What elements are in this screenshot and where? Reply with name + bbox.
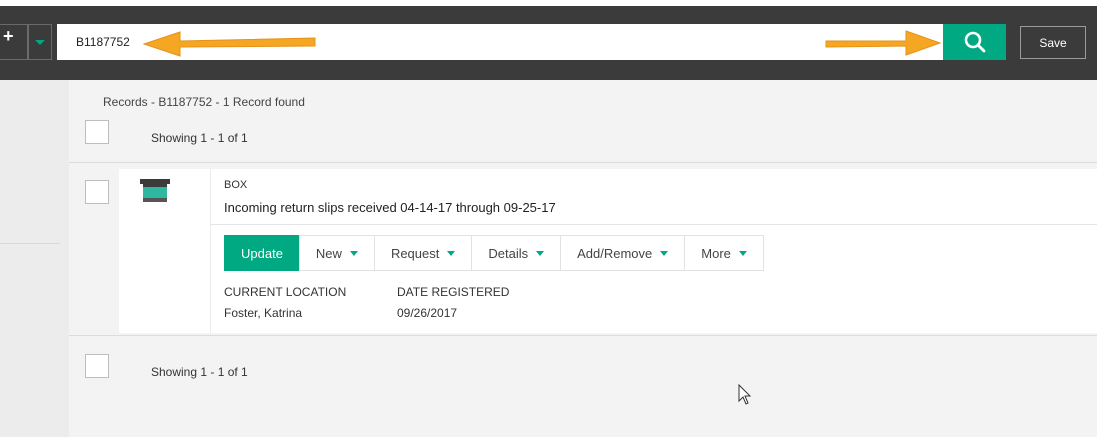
chevron-down-icon — [35, 40, 45, 45]
chevron-down-icon — [349, 250, 358, 256]
record-divider — [211, 224, 1097, 225]
update-button[interactable]: Update — [224, 235, 300, 271]
top-strip — [0, 0, 1097, 6]
select-all-checkbox[interactable] — [85, 120, 109, 144]
record-icon-area — [119, 169, 210, 333]
add-button[interactable]: + — [0, 24, 28, 60]
request-menu-button[interactable]: Request — [373, 235, 473, 271]
search-button[interactable] — [943, 24, 1006, 60]
current-location-label: CURRENT LOCATION — [224, 285, 347, 299]
record-type: BOX — [224, 179, 248, 191]
date-registered-value: 09/26/2017 — [397, 306, 458, 320]
chevron-down-icon — [536, 250, 545, 256]
left-sidebar — [0, 80, 69, 437]
add-dropdown-button[interactable] — [28, 24, 52, 60]
showing-count-bottom: Showing 1 - 1 of 1 — [151, 365, 248, 379]
chevron-down-icon — [738, 250, 747, 256]
update-label: Update — [241, 245, 283, 261]
more-menu-button[interactable]: More — [684, 235, 764, 271]
results-title: Records - B1187752 - 1 Record found — [103, 95, 305, 109]
record-body: BOX Incoming return slips received 04-14… — [210, 169, 1097, 333]
search-icon — [964, 31, 986, 53]
details-menu-button[interactable]: Details — [471, 235, 562, 271]
chevron-down-icon — [660, 250, 669, 256]
add-remove-menu-button[interactable]: Add/Remove — [560, 235, 686, 271]
arrow-icon — [142, 31, 316, 57]
add-remove-label: Add/Remove — [577, 245, 653, 261]
record-row: BOX Incoming return slips received 04-14… — [69, 162, 1097, 336]
new-menu-button[interactable]: New — [298, 235, 375, 271]
sidebar-divider — [0, 243, 60, 244]
more-label: More — [701, 245, 731, 261]
arrow-icon — [825, 30, 942, 56]
current-location-value: Foster, Katrina — [224, 306, 303, 320]
record-title[interactable]: Incoming return slips received 04-14-17 … — [224, 200, 556, 215]
record-checkbox[interactable] — [85, 180, 109, 204]
mouse-pointer-icon — [738, 384, 752, 405]
add-icon: + — [3, 26, 14, 46]
record-card: BOX Incoming return slips received 04-14… — [119, 169, 1097, 333]
showing-count-top: Showing 1 - 1 of 1 — [151, 131, 248, 145]
details-label: Details — [488, 245, 529, 261]
date-registered-label: DATE REGISTERED — [397, 285, 510, 299]
new-label: New — [315, 245, 342, 261]
select-all-checkbox-bottom[interactable] — [85, 354, 109, 378]
request-label: Request — [390, 245, 440, 261]
record-actions: Update New Request Details Add/Remove Mo… — [224, 235, 764, 271]
chevron-down-icon — [447, 250, 456, 256]
save-button[interactable]: Save — [1020, 26, 1086, 59]
box-icon — [140, 179, 170, 202]
results-panel: Records - B1187752 - 1 Record found Show… — [69, 80, 1097, 437]
